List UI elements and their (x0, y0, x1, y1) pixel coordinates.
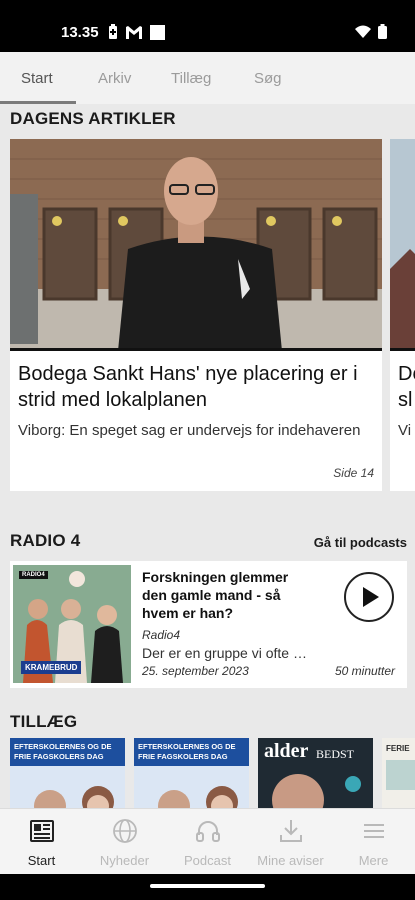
menu-icon (364, 824, 384, 838)
article-headline-next: De sl (398, 363, 415, 411)
article-card-next[interactable]: De sl Vi (390, 139, 415, 491)
nav-mere[interactable]: Mere (332, 809, 415, 874)
podcast-episode-card[interactable]: RADIO4 KRAMEBRUD Forskningen glemmer den… (10, 561, 407, 688)
supplement-cover[interactable]: alder BEDST (258, 738, 373, 808)
podcast-thumbnail-caption: KRAMEBRUD (21, 661, 82, 674)
download-icon (280, 820, 302, 842)
supplements-section-title: TILLÆG (10, 712, 78, 731)
gmail-icon (126, 25, 142, 39)
tab-tillaeg[interactable]: Tillæg (171, 70, 211, 87)
newspaper-icon (30, 820, 54, 842)
battery-icon (378, 24, 387, 39)
article-lead-next: Vi (398, 422, 412, 439)
status-time: 13.35 (61, 24, 99, 41)
supplement-cover-text: FERIE (386, 744, 410, 753)
articles-section-title: DAGENS ARTIKLER (10, 109, 176, 128)
supplement-cover[interactable]: FERIE (382, 738, 415, 808)
bottom-navigation: Start Nyheder Podcast Mine aviser Mere (0, 808, 415, 874)
gesture-bar (0, 874, 415, 900)
article-card[interactable]: Bodega Sankt Hans' nye placering er i st… (10, 139, 382, 491)
podcast-date: 25. september 2023 (142, 664, 249, 678)
supplement-cover[interactable]: EFTERSKOLERNES OG DE FRIE FAGSKOLERS DAG (134, 738, 249, 808)
podcast-thumbnail-badge: RADIO4 (19, 571, 48, 579)
podcast-duration: 50 minutter (334, 664, 395, 678)
battery-saver-icon (109, 24, 117, 39)
tab-arkiv[interactable]: Arkiv (98, 70, 131, 87)
go-to-podcasts-link[interactable]: Gå til podcasts (314, 535, 407, 550)
top-tabs: Start Arkiv Tillæg Søg (0, 52, 415, 104)
app-content: Start Arkiv Tillæg Søg DAGENS ARTIKLER B… (0, 52, 415, 874)
nav-label: Mine aviser (257, 853, 324, 868)
supplement-cover-text: EFTERSKOLERNES OG DE FRIE FAGSKOLERS DAG (14, 742, 112, 761)
square-notification-icon (150, 24, 165, 40)
tab-soeg[interactable]: Søg (254, 70, 282, 87)
nav-label: Mere (358, 853, 389, 868)
play-icon (363, 587, 379, 607)
globe-icon (113, 819, 137, 843)
nav-nyheder[interactable]: Nyheder (83, 809, 166, 874)
nav-label: Podcast (184, 853, 231, 868)
supplement-cover-text: EFTERSKOLERNES OG DE FRIE FAGSKOLERS DAG (138, 742, 236, 761)
active-tab-indicator (0, 101, 76, 104)
headphones-icon (196, 821, 220, 842)
article-photo-next (390, 139, 415, 351)
article-photo (10, 139, 382, 351)
supplement-cover-text: BEDST (316, 747, 355, 761)
article-lead: Viborg: En speget sag er undervejs for i… (18, 422, 361, 439)
status-bar: 13.35 (0, 0, 415, 52)
supplement-cover[interactable]: EFTERSKOLERNES OG DE FRIE FAGSKOLERS DAG (10, 738, 125, 808)
supplements-carousel: EFTERSKOLERNES OG DE FRIE FAGSKOLERS DAG… (10, 738, 415, 808)
nav-start[interactable]: Start (0, 809, 83, 874)
nav-podcast[interactable]: Podcast (166, 809, 249, 874)
supplement-cover-text: alder (264, 740, 309, 762)
radio-section-title: RADIO 4 (10, 531, 81, 550)
home-gesture-handle[interactable] (150, 884, 265, 888)
nav-mine-aviser[interactable]: Mine aviser (249, 809, 332, 874)
podcast-description: Der er en gruppe vi ofte glemmer (142, 645, 312, 661)
article-headline: Bodega Sankt Hans' nye placering er i st… (18, 363, 358, 411)
nav-label: Start (27, 853, 56, 868)
play-button[interactable] (344, 572, 394, 622)
tab-start[interactable]: Start (21, 70, 53, 87)
podcast-title: Forskningen glemmer den gamle mand - så … (142, 569, 289, 621)
nav-label: Nyheder (99, 853, 150, 868)
podcast-source: Radio4 (142, 628, 181, 642)
article-page-ref: Side 14 (333, 466, 374, 480)
podcast-thumbnail: RADIO4 KRAMEBRUD (13, 565, 131, 683)
wifi-icon (355, 25, 371, 38)
